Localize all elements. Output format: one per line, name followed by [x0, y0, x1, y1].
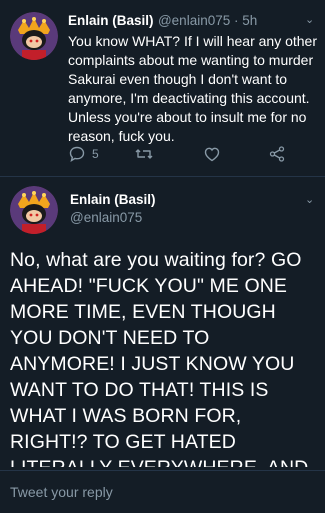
like-icon[interactable] [203, 145, 221, 163]
chevron-down-icon[interactable]: ⌄ [305, 193, 314, 206]
handle-and-time[interactable]: @enlain075 · 5h [158, 13, 257, 28]
share-icon[interactable] [268, 145, 286, 163]
display-name[interactable]: Enlain (Basil) [70, 192, 156, 207]
avatar-image [10, 186, 58, 234]
display-name[interactable]: Enlain (Basil) [68, 13, 154, 28]
divider [0, 176, 325, 177]
reply-bar: Tweet your reply [0, 470, 325, 513]
chevron-down-icon[interactable]: ⌄ [305, 13, 314, 26]
tweet-text: You know WHAT? If I will hear any other … [68, 33, 317, 144]
avatar-image [10, 12, 58, 60]
avatar[interactable] [10, 12, 58, 60]
retweet-icon[interactable] [134, 145, 154, 163]
avatar[interactable] [10, 186, 58, 234]
reply-input[interactable]: Tweet your reply [10, 484, 113, 500]
handle[interactable]: @enlain075 [70, 210, 142, 225]
reply-icon[interactable] [68, 145, 86, 163]
reply-count: 5 [92, 147, 99, 161]
tweet-text: No, what are you waiting for? GO AHEAD! … [10, 249, 308, 467]
